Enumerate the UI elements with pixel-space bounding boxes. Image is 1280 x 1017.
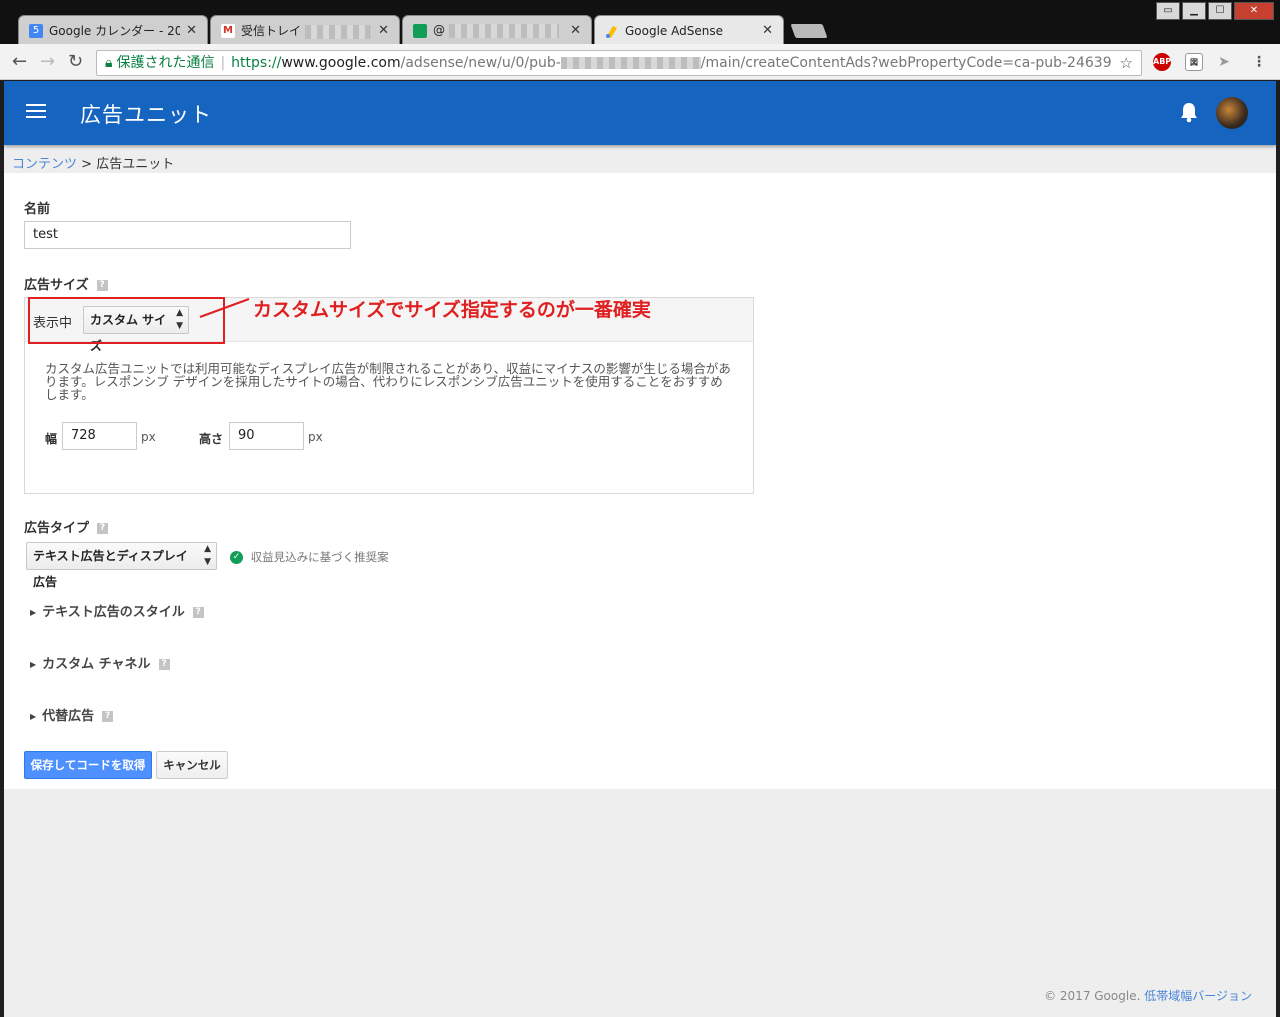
triangle-right-icon: ▶ [30, 712, 37, 721]
tab-title: Google AdSense [625, 23, 723, 38]
tab-title: Google カレンダー - 20 [49, 24, 181, 38]
tab-title: 受信トレイ [241, 22, 373, 39]
low-bandwidth-link[interactable]: 低帯域幅バージョン [1144, 989, 1252, 1003]
secure-label: 保護された通信 [116, 55, 215, 71]
close-icon[interactable]: ✕ [378, 23, 389, 38]
lock-icon: 🔒︎ [105, 55, 113, 71]
height-input[interactable]: 90 [229, 422, 304, 450]
tab-sheets[interactable]: @ ✕ [402, 15, 592, 45]
recommendation-note: ✓ 収益見込みに基づく推奨案 [230, 549, 389, 565]
tab-title: @ [433, 23, 564, 38]
minimize-icon[interactable]: ▁ [1182, 2, 1206, 20]
ad-type-label: 広告タイプ? [24, 517, 109, 536]
close-window-icon[interactable]: ✕ [1234, 2, 1274, 20]
width-input[interactable]: 728 [62, 422, 137, 450]
help-icon[interactable]: ? [192, 607, 204, 618]
close-icon[interactable]: ✕ [762, 23, 773, 38]
footer: © 2017 Google. 低帯域幅バージョン [1044, 989, 1252, 1003]
bookmark-star-icon[interactable]: ☆ [1120, 51, 1133, 75]
breadcrumb-current: 広告ユニット [96, 157, 175, 172]
forward-icon[interactable]: → [40, 52, 55, 72]
tab-calendar[interactable]: 5 Google カレンダー - 20 ✕ [18, 15, 208, 45]
back-icon[interactable]: ← [12, 52, 27, 72]
cursor-extension-icon[interactable]: ➤ [1215, 53, 1233, 71]
cancel-button[interactable]: キャンセル [156, 751, 228, 779]
ad-size-label: 広告サイズ? [24, 274, 108, 293]
sheets-icon [413, 23, 427, 38]
reload-icon[interactable]: ↻ [68, 52, 83, 72]
browser-toolbar: ← → ↻ 🔒︎ 保護された通信 | https://www.google.com/a… [0, 44, 1280, 80]
name-label: 名前 [24, 202, 51, 217]
close-icon[interactable]: ✕ [570, 23, 581, 38]
maximize-icon[interactable]: ☐ [1208, 2, 1232, 20]
tab-gmail[interactable]: M 受信トレイ ✕ [210, 15, 400, 45]
user-icon[interactable]: ▭ [1156, 2, 1180, 20]
page-title: 広告ユニット [80, 103, 212, 127]
browser-window: 5 Google カレンダー - 20 ✕ M 受信トレイ ✕ @ ✕ Goog… [0, 0, 1280, 1017]
avatar[interactable] [1216, 97, 1248, 129]
annotation-arrow [199, 298, 250, 318]
new-tab-button[interactable] [790, 24, 828, 38]
adsense-icon [605, 24, 619, 38]
tab-strip: 5 Google カレンダー - 20 ✕ M 受信トレイ ✕ @ ✕ Goog… [0, 0, 1280, 45]
help-icon[interactable]: ? [96, 280, 108, 291]
form-content: 名前 test 広告サイズ? 表示中 カスタム サイズ ▲ ▼ カスタム広告ユニット… [4, 173, 1276, 789]
breadcrumb-separator: > [81, 157, 93, 172]
notification-bell-icon[interactable] [1180, 101, 1198, 123]
address-bar[interactable]: 🔒︎ 保護された通信 | https://www.google.com/adsense… [96, 50, 1142, 76]
height-unit: px [308, 430, 323, 444]
check-circle-icon: ✓ [230, 551, 243, 564]
url-scheme: https:// [231, 55, 282, 71]
help-icon[interactable]: ? [102, 711, 114, 722]
calendar-icon: 5 [29, 23, 43, 38]
name-input[interactable]: test [24, 221, 351, 249]
adsense-app: 広告ユニット コンテンツ > 広告ユニット 名前 test 広告サイズ? 表示中 [4, 81, 1276, 1017]
custom-size-description: カスタム広告ユニットでは利用可能なディスプレイ広告が制限されることがあり、収益に… [45, 361, 731, 402]
breadcrumb-link-contents[interactable]: コンテンツ [12, 157, 77, 172]
adblock-icon[interactable]: ABP [1153, 53, 1171, 71]
triangle-right-icon: ▶ [30, 660, 37, 669]
width-label: 幅 [45, 432, 58, 446]
gmail-icon: M [221, 23, 235, 38]
url-path-rest: /main/createContentAds?webPropertyCode=c… [700, 55, 1112, 71]
url-host: www.google.com [281, 55, 401, 71]
menu-dots-icon[interactable]: ⋮ [1250, 53, 1268, 71]
help-icon[interactable]: ? [158, 659, 170, 670]
help-icon[interactable]: ? [97, 523, 109, 534]
custom-channel-toggle[interactable]: ▶ カスタム チャネル? [30, 653, 170, 672]
annotation-text: カスタムサイズでサイズ指定するのが一番確実 [253, 299, 651, 321]
height-label: 高さ [199, 432, 224, 446]
text-ad-style-toggle[interactable]: ▶ テキスト広告のスタイル? [30, 601, 204, 620]
breadcrumb: コンテンツ > 広告ユニット [12, 153, 174, 172]
save-and-get-code-button[interactable]: 保存してコードを取得 [24, 751, 152, 779]
url-path: /adsense/new/u/0/pub- [400, 55, 561, 71]
triangle-right-icon: ▶ [30, 608, 37, 617]
amazon-icon[interactable]: 図 [1185, 53, 1203, 71]
hamburger-menu-icon[interactable] [26, 104, 46, 120]
select-arrows-icon: ▲ ▼ [204, 544, 211, 567]
alt-ads-toggle[interactable]: ▶ 代替広告? [30, 705, 114, 724]
app-header: 広告ユニット [4, 81, 1276, 145]
width-unit: px [141, 430, 156, 444]
tab-adsense[interactable]: Google AdSense ✕ [594, 15, 784, 45]
ad-type-select[interactable]: テキスト広告とディスプレイ広告 ▲ ▼ [26, 542, 217, 589]
window-controls: ▭ ▁ ☐ ✕ [1156, 2, 1274, 20]
close-icon[interactable]: ✕ [186, 23, 197, 38]
